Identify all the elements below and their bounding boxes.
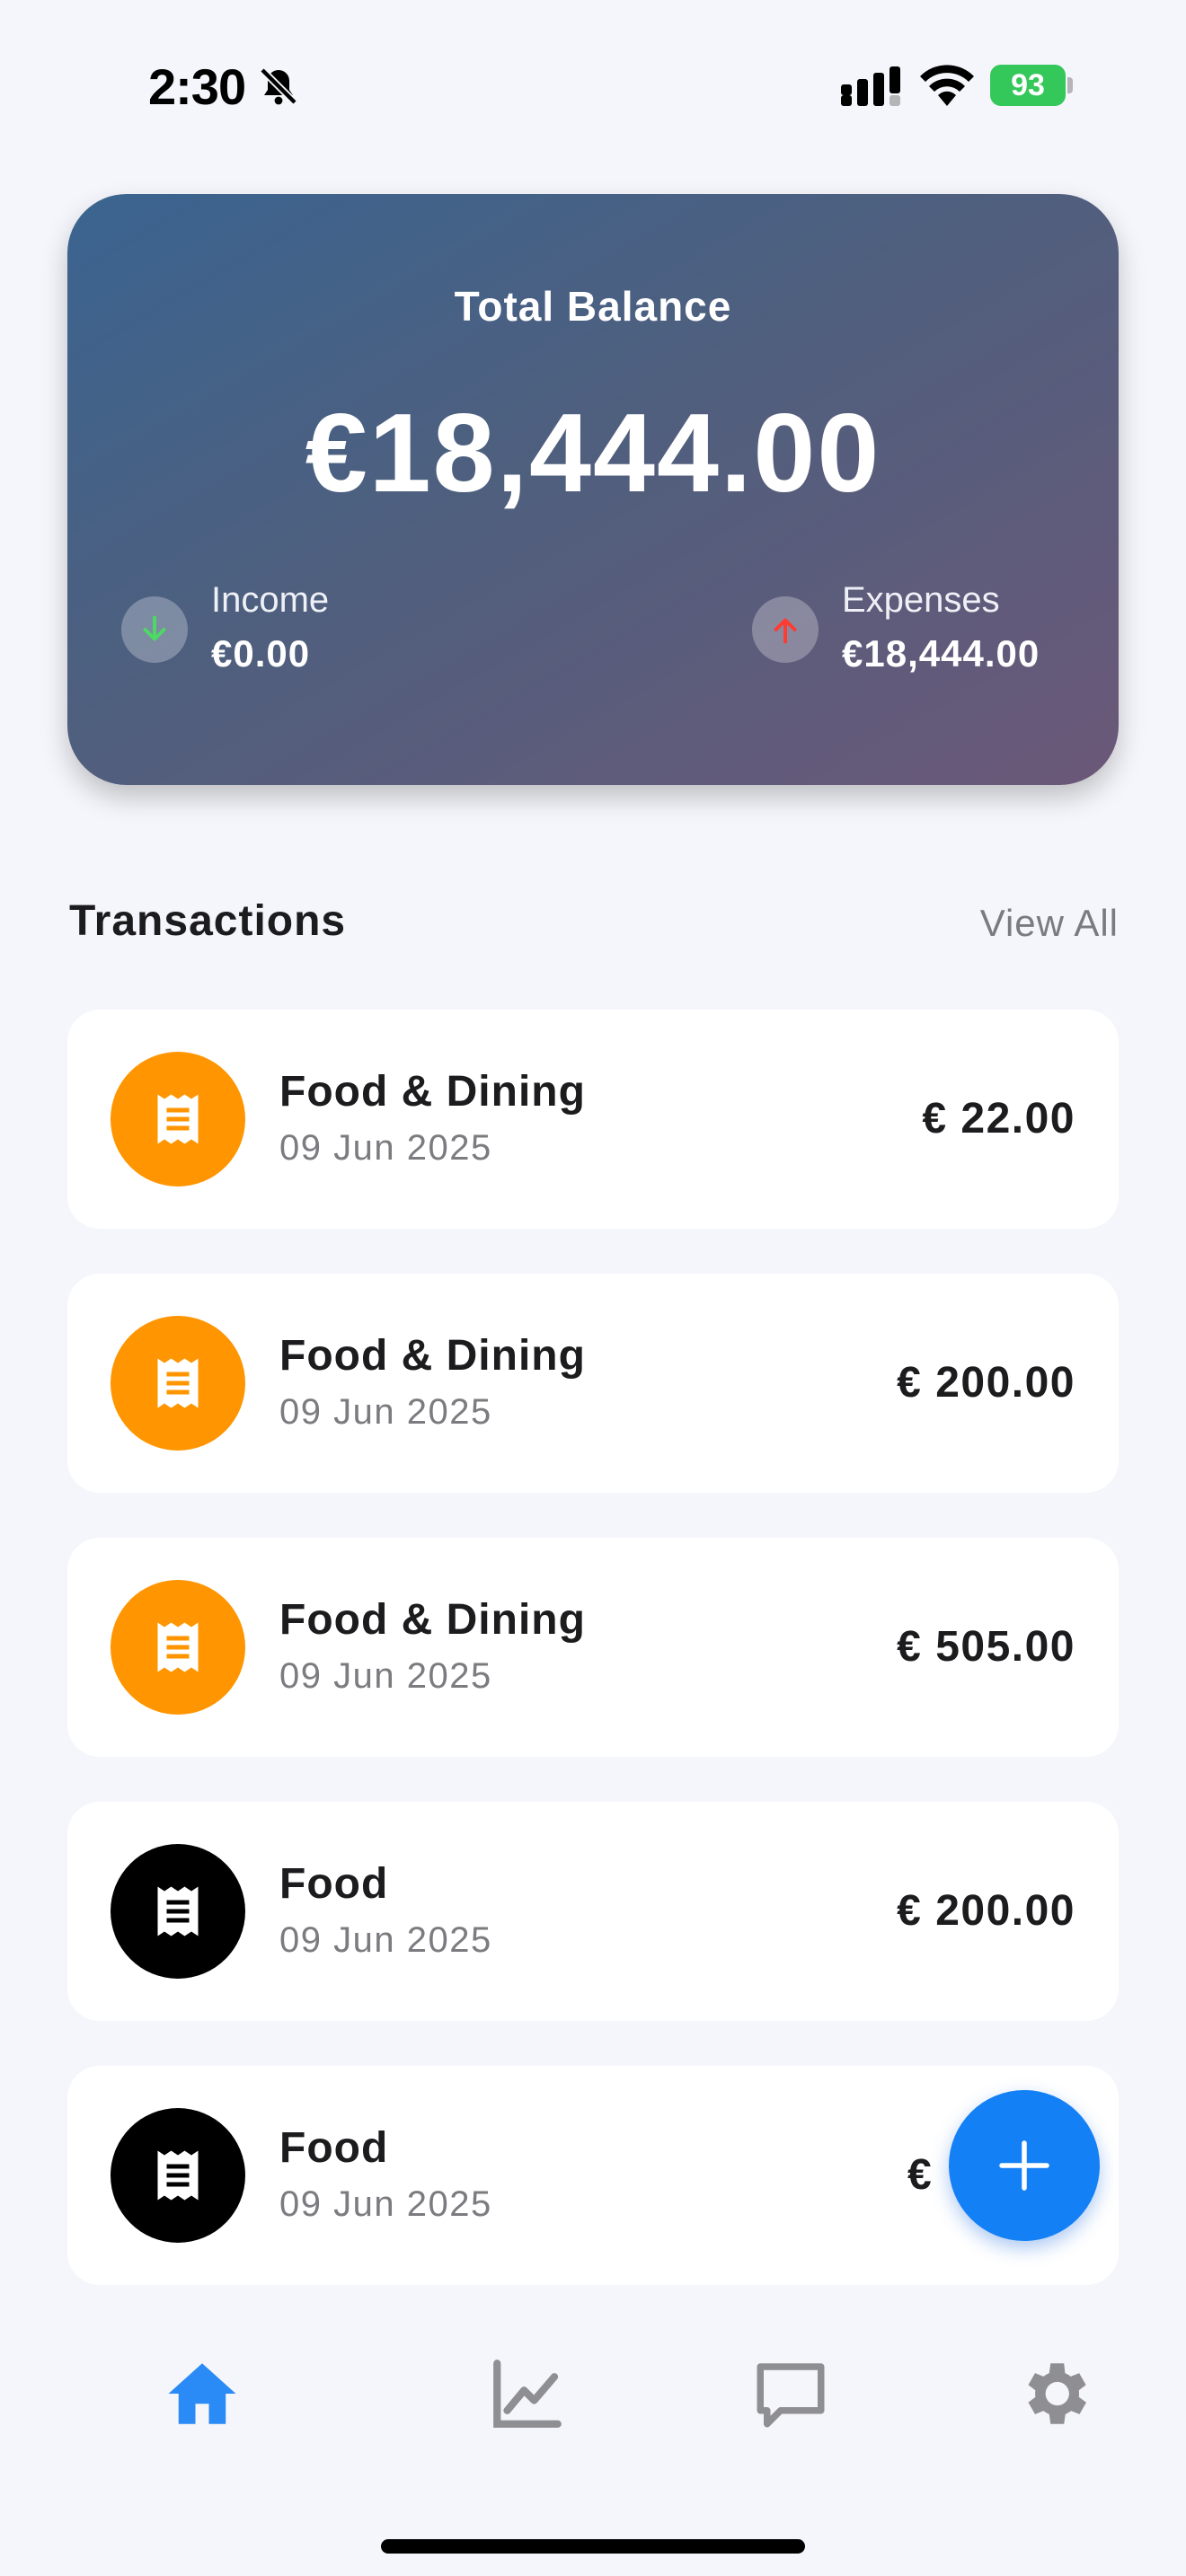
view-all-link[interactable]: View All [980,902,1119,945]
battery-level: 93 [990,65,1066,106]
transaction-category: Food [279,2124,389,2172]
transaction-category: Food & Dining [279,1068,586,1116]
transaction-date: 09 Jun 2025 [279,1128,492,1168]
receipt-icon [111,1844,245,1979]
transaction-category: Food [279,1860,389,1908]
arrow-down-icon [121,596,188,663]
transaction-amount: € 22.00 [922,1095,1075,1142]
arrow-up-icon [752,596,819,663]
nav-home[interactable] [162,2353,243,2434]
home-icon [168,2363,236,2424]
transaction-amount: € 505.00 [897,1623,1075,1671]
bell-off-icon [260,67,297,105]
expenses-value: €18,444.00 [842,632,1040,675]
transaction-row[interactable]: Food 09 Jun 2025 € 200.00 [67,1802,1119,2021]
expenses-label: Expenses [842,580,1000,620]
transaction-date: 09 Jun 2025 [279,1920,492,1960]
wifi-icon [920,65,974,106]
transactions-title: Transactions [69,897,347,945]
chat-icon [757,2363,825,2428]
transaction-amount: € 200.00 [897,1887,1075,1935]
transaction-amount: € 200.00 [897,1359,1075,1407]
add-transaction-button[interactable] [949,2090,1100,2241]
signal-icon [841,66,900,106]
transaction-row[interactable]: Food & Dining 09 Jun 2025 € 505.00 [67,1538,1119,1757]
nav-settings[interactable] [1013,2353,1094,2434]
transaction-date: 09 Jun 2025 [279,2184,492,2224]
transaction-row[interactable]: Food & Dining 09 Jun 2025 € 22.00 [67,1010,1119,1229]
income-label: Income [211,580,330,620]
battery-icon: 93 [990,65,1073,106]
home-indicator [381,2539,805,2554]
bottom-nav [0,2299,1186,2497]
receipt-icon [111,2108,245,2243]
income-value: €0.00 [211,632,311,675]
gear-icon [1028,2363,1086,2424]
transaction-category: Food & Dining [279,1596,586,1644]
plus-icon [999,2140,1049,2191]
balance-card: Total Balance €18,444.00 Income €0.00 Ex… [67,194,1119,785]
receipt-icon [111,1052,245,1187]
transaction-amount: € [907,2151,934,2199]
status-bar: 2:30 93 [0,0,1186,171]
nav-messages[interactable] [750,2353,831,2434]
receipt-icon [111,1316,245,1451]
transaction-row[interactable]: Food & Dining 09 Jun 2025 € 200.00 [67,1274,1119,1493]
receipt-icon [111,1580,245,1715]
transaction-date: 09 Jun 2025 [279,1656,492,1696]
nav-analytics[interactable] [487,2353,568,2434]
chart-icon [493,2360,562,2428]
status-time: 2:30 [148,58,246,115]
transaction-date: 09 Jun 2025 [279,1392,492,1432]
total-balance-label: Total Balance [454,283,732,330]
transaction-category: Food & Dining [279,1332,586,1380]
total-balance-amount: €18,444.00 [305,392,881,516]
